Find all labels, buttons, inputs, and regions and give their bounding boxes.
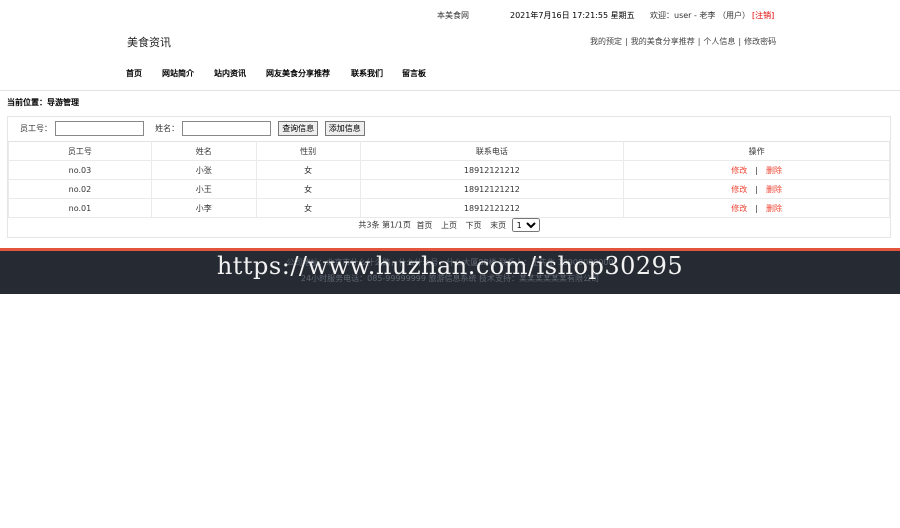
user-links: 我的预定 | 我的美食分享推荐 | 个人信息 | 修改密码: [590, 36, 776, 47]
cell-actions: 修改 | 删除: [623, 198, 890, 218]
cell-phone: 18912121212: [359, 198, 625, 218]
page-select[interactable]: 1: [511, 218, 540, 232]
cell-phone: 18912121212: [359, 160, 625, 180]
cell-name: 小李: [150, 198, 257, 218]
separator: |: [755, 165, 758, 175]
nav-item-news[interactable]: 站内资讯: [214, 68, 246, 79]
nav-item-guestbook[interactable]: 留言板: [402, 68, 426, 79]
brand-title: 美食资讯: [127, 36, 171, 49]
add-button[interactable]: 添加信息: [324, 121, 365, 136]
col-header-emp-id: 员工号: [8, 141, 152, 161]
main-nav: 首页 网站简介 站内资讯 网友美食分享推荐 联系我们 留言板: [0, 68, 900, 80]
edit-link[interactable]: 修改: [731, 166, 747, 175]
pager-first[interactable]: 首页: [416, 221, 432, 230]
top-bar: 本美食网 2021年7月16日 17:21:55 星期五 欢迎：user - 老…: [0, 10, 900, 24]
my-booking-link[interactable]: 我的预定: [590, 37, 622, 46]
pager-prev[interactable]: 上页: [441, 221, 457, 230]
delete-link[interactable]: 删除: [766, 185, 782, 194]
pager-summary: 共3条 第1/1页: [358, 220, 411, 230]
pager-last[interactable]: 末页: [490, 221, 506, 230]
name-label: 姓名：: [155, 124, 180, 133]
name-input[interactable]: [181, 121, 271, 136]
cell-gender: 女: [255, 179, 361, 199]
my-shares-link[interactable]: 我的美食分享推荐: [631, 37, 695, 46]
edit-link[interactable]: 修改: [731, 185, 747, 194]
cell-phone: 18912121212: [359, 179, 625, 199]
staff-table: 员工号 姓名 性别 联系电话 操作 no.03 小张 女 18912121212…: [8, 141, 890, 218]
col-header-gender: 性别: [255, 141, 361, 161]
search-bar: 员工号： 姓名： 查询信息 添加信息: [20, 121, 365, 137]
cell-gender: 女: [255, 160, 361, 180]
cell-gender: 女: [255, 198, 361, 218]
pagination: 共3条 第1/1页 首页 上页 下页 末页 1: [8, 218, 890, 232]
cell-actions: 修改 | 删除: [623, 179, 890, 199]
cell-emp-id: no.03: [8, 160, 152, 180]
separator: |: [697, 37, 701, 46]
nav-item-home[interactable]: 首页: [126, 68, 142, 79]
delete-link[interactable]: 删除: [766, 166, 782, 175]
col-header-name: 姓名: [150, 141, 257, 161]
watermark: https://www.huzhan.com/ishop30295: [216, 252, 684, 280]
logout-link[interactable]: [注销]: [752, 10, 774, 21]
separator: |: [738, 37, 742, 46]
table-row: no.02 小王 女 18912121212 修改 | 删除: [8, 179, 890, 199]
cell-name: 小张: [150, 160, 257, 180]
cell-emp-id: no.01: [8, 198, 152, 218]
cell-name: 小王: [150, 179, 257, 199]
cell-emp-id: no.02: [8, 179, 152, 199]
table-row: no.03 小张 女 18912121212 修改 | 删除: [8, 160, 890, 180]
nav-item-contact[interactable]: 联系我们: [351, 68, 383, 79]
change-password-link[interactable]: 修改密码: [744, 37, 776, 46]
table-header-row: 员工号 姓名 性别 联系电话 操作: [8, 141, 890, 161]
header-divider: [0, 90, 900, 91]
edit-link[interactable]: 修改: [731, 204, 747, 213]
profile-link[interactable]: 个人信息: [703, 37, 735, 46]
cell-actions: 修改 | 删除: [623, 160, 890, 180]
col-header-actions: 操作: [623, 141, 890, 161]
query-button[interactable]: 查询信息: [278, 121, 319, 136]
col-header-phone: 联系电话: [359, 141, 625, 161]
emp-id-label: 员工号：: [20, 124, 52, 133]
pager-next[interactable]: 下页: [466, 221, 482, 230]
site-name: 本美食网: [437, 11, 469, 20]
separator: |: [755, 184, 758, 194]
table-row: no.01 小李 女 18912121212 修改 | 删除: [8, 198, 890, 218]
delete-link[interactable]: 删除: [766, 204, 782, 213]
emp-id-input[interactable]: [54, 121, 144, 136]
nav-item-about[interactable]: 网站简介: [162, 68, 194, 79]
current-datetime: 2021年7月16日 17:21:55 星期五: [510, 11, 635, 20]
welcome-text: 欢迎：user - 老李 （用户）: [650, 11, 750, 20]
content-panel: 员工号： 姓名： 查询信息 添加信息 员工号 姓名 性别 联系电话 操作 no.…: [7, 116, 891, 238]
nav-item-food-share[interactable]: 网友美食分享推荐: [266, 68, 330, 79]
separator: |: [625, 37, 628, 46]
breadcrumb: 当前位置：导游管理: [7, 98, 79, 107]
separator: |: [755, 203, 758, 213]
